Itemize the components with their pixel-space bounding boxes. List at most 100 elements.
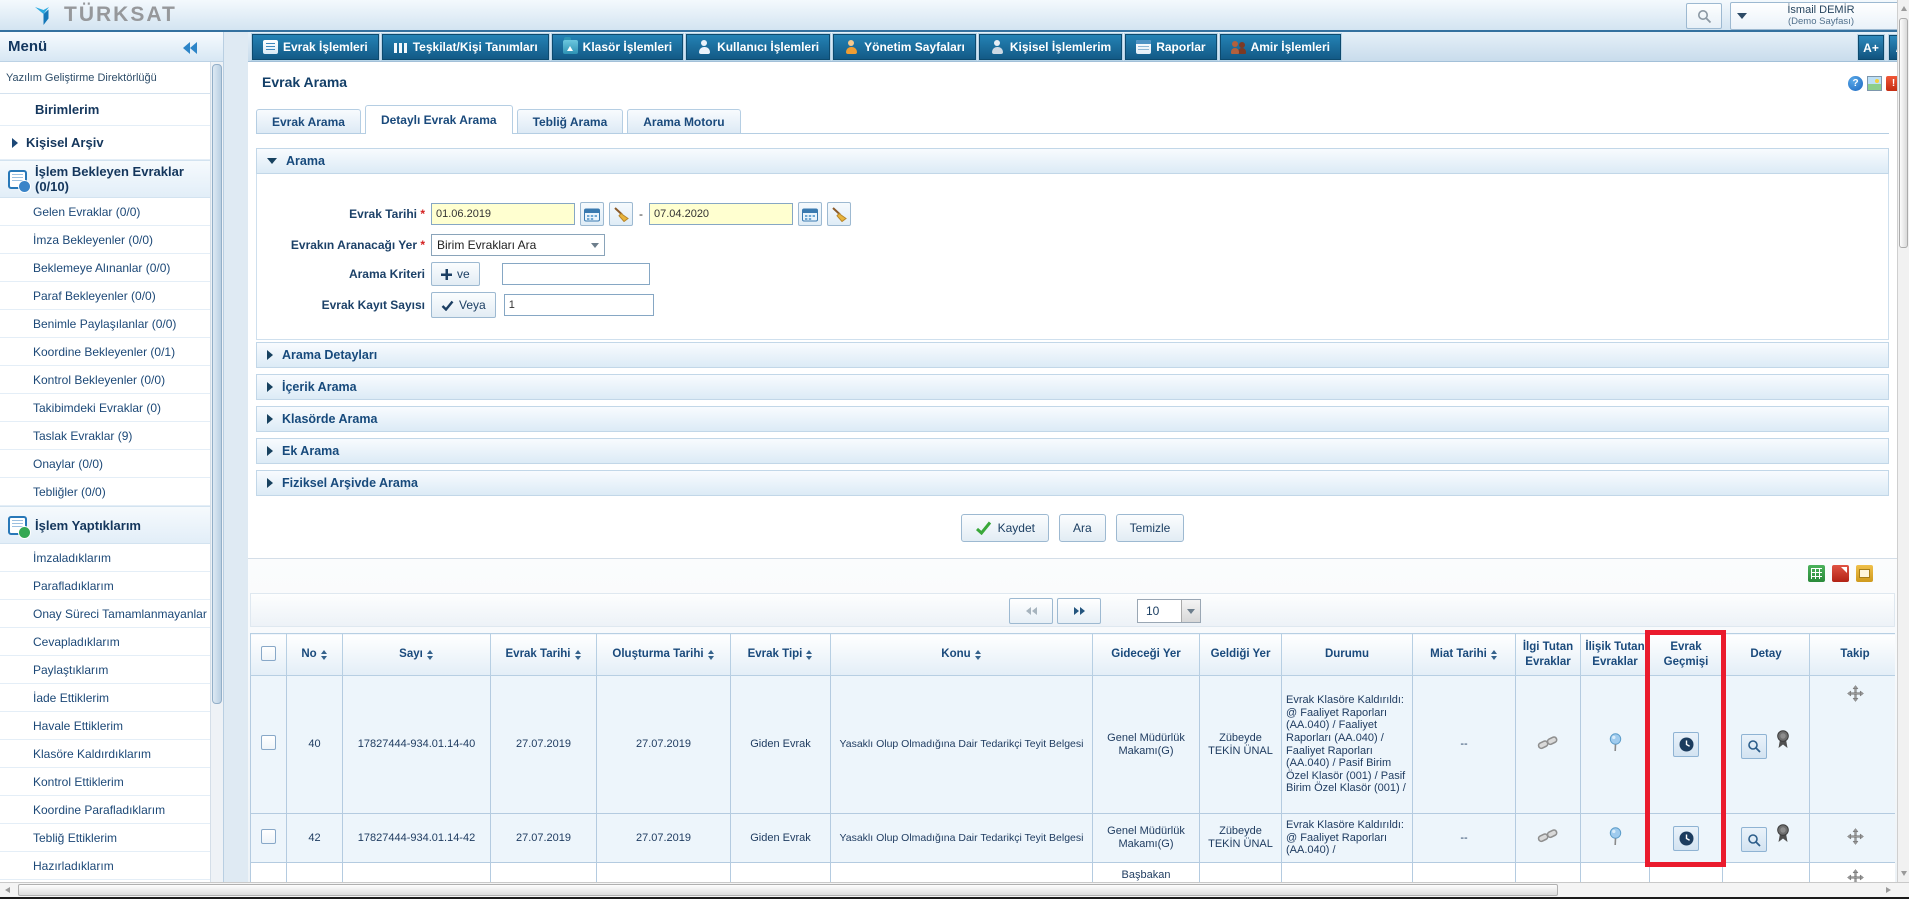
sidebar-item-cevapladiklarim[interactable]: Cevapladıklarım xyxy=(0,628,210,656)
ribbon-icon[interactable] xyxy=(1771,834,1790,846)
col-miat-tarihi[interactable]: Miat Tarihi xyxy=(1413,634,1516,676)
detail-button[interactable] xyxy=(1741,827,1767,852)
font-increase-button[interactable]: A+ xyxy=(1858,35,1884,60)
date-from-input[interactable] xyxy=(431,203,575,225)
menu-collapse-button[interactable] xyxy=(183,41,199,53)
tab-detayli-evrak-arama[interactable]: Detaylı Evrak Arama xyxy=(365,105,513,134)
and-button[interactable]: ve xyxy=(431,262,480,286)
search-location-select[interactable]: Birim Evrakları Ara xyxy=(431,234,605,256)
sidebar-item-hazirladiklarim[interactable]: Hazırladıklarım xyxy=(0,852,210,880)
move-icon[interactable] xyxy=(1847,836,1864,848)
history-button[interactable] xyxy=(1673,732,1699,757)
vertical-scrollbar-thumb[interactable] xyxy=(1899,18,1908,248)
col-takip[interactable]: Takip xyxy=(1810,634,1896,676)
sidebar-item-kontrol-ettiklerim[interactable]: Kontrol Ettiklerim xyxy=(0,768,210,796)
accordion-klasorde-arama[interactable]: Klasörde Arama xyxy=(256,406,1889,432)
accordion-arama-detaylari[interactable]: Arama Detayları xyxy=(256,342,1889,368)
sidebar-item-teblig-ettiklerim[interactable]: Tebliğ Ettiklerim xyxy=(0,824,210,852)
col-ilgi-tutan-evraklar[interactable]: İlgi Tutan Evraklar xyxy=(1516,634,1581,676)
col-evrak-gecmisi[interactable]: Evrak Geçmişi xyxy=(1650,634,1723,676)
sidebar-item-takibimdeki-evraklar-0[interactable]: Takibimdeki Evraklar (0) xyxy=(0,394,210,422)
menubar-tab-klasor-islemleri[interactable]: Klasör İşlemleri xyxy=(552,34,683,60)
col-olusturma-tarihi[interactable]: Oluşturma Tarihi xyxy=(597,634,731,676)
sidebar-item-kontrol-bekleyenler-0-0[interactable]: Kontrol Bekleyenler (0/0) xyxy=(0,366,210,394)
sidebar-item-gelen-evraklar-0-0[interactable]: Gelen Evraklar (0/0) xyxy=(0,198,210,226)
search-button[interactable]: Ara xyxy=(1059,514,1106,542)
scroll-up-arrow[interactable] xyxy=(1901,6,1907,11)
clear-date-from-button[interactable] xyxy=(609,202,633,226)
sidebar-item-iade-ettiklerim[interactable]: İade Ettiklerim xyxy=(0,684,210,712)
scroll-right-arrow[interactable] xyxy=(1886,887,1891,893)
accordion-fiziksel-arsivde-arama[interactable]: Fiziksel Arşivde Arama xyxy=(256,470,1889,496)
row-checkbox[interactable] xyxy=(261,735,276,750)
scroll-left-arrow[interactable] xyxy=(5,887,10,893)
sidebar-scrollbar-thumb[interactable] xyxy=(212,64,222,704)
link-icon[interactable] xyxy=(1537,742,1559,754)
sidebar-item-imzaladiklarim[interactable]: İmzaladıklarım xyxy=(0,544,210,572)
pagination-next-button[interactable] xyxy=(1057,598,1101,624)
topbar-search-button[interactable] xyxy=(1686,3,1722,29)
pin-icon[interactable] xyxy=(1608,837,1623,849)
sidebar-item-beklemeye-alinanlar-0-0[interactable]: Beklemeye Alınanlar (0/0) xyxy=(0,254,210,282)
pin-icon[interactable] xyxy=(1608,743,1623,755)
col-durumu[interactable]: Durumu xyxy=(1282,634,1413,676)
export-excel-icon[interactable] xyxy=(1808,565,1825,582)
sidebar-item-imza-bekleyenler-0-0[interactable]: İmza Bekleyenler (0/0) xyxy=(0,226,210,254)
col-ilisik-tutan-evraklar[interactable]: İlişik Tutan Evraklar xyxy=(1581,634,1650,676)
menubar-tab-teskilat-kisi-tanimlari[interactable]: Teşkilat/Kişi Tanımları xyxy=(382,34,549,60)
sidebar-item-kisisel-arsiv[interactable]: Kişisel Arşiv xyxy=(0,126,210,160)
sidebar-item-koordine-parafladiklarim[interactable]: Koordine Parafladıklarım xyxy=(0,796,210,824)
menubar-tab-raporlar[interactable]: Raporlar xyxy=(1125,34,1216,60)
export-extra-icon[interactable] xyxy=(1856,565,1873,582)
media-icon[interactable] xyxy=(1867,76,1882,91)
calendar-from-button[interactable] xyxy=(580,202,604,226)
page-size-select[interactable]: 10 xyxy=(1137,599,1201,623)
col-evrak-tipi[interactable]: Evrak Tipi xyxy=(731,634,831,676)
col-geldigi-yer[interactable]: Geldiği Yer xyxy=(1200,634,1282,676)
save-button[interactable]: Kaydet xyxy=(961,514,1049,542)
col-detay[interactable]: Detay xyxy=(1723,634,1810,676)
user-menu[interactable]: İsmail DEMİR (Demo Sayfası) xyxy=(1730,2,1902,30)
menubar-tab-amir-islemleri[interactable]: Amir İşlemleri xyxy=(1220,34,1341,60)
col-gidecegi-yer[interactable]: Gideceği Yer xyxy=(1093,634,1200,676)
sidebar-item-onay-sureci-tamamlanmayanlar[interactable]: Onay Süreci Tamamlanmayanlar xyxy=(0,600,210,628)
sidebar-item-paraf-bekleyenler-0-0[interactable]: Paraf Bekleyenler (0/0) xyxy=(0,282,210,310)
horizontal-scrollbar-thumb[interactable] xyxy=(18,884,1558,896)
menubar-tab-kullanici-islemleri[interactable]: Kullanıcı İşlemleri xyxy=(686,34,830,60)
col-select-all[interactable] xyxy=(251,634,287,676)
export-pdf-icon[interactable] xyxy=(1832,565,1849,582)
pagination-prev-button[interactable] xyxy=(1009,598,1053,624)
sidebar-item-birimlerim[interactable]: Birimlerim xyxy=(0,94,210,126)
help-icon[interactable] xyxy=(1848,76,1863,91)
select-all-checkbox[interactable] xyxy=(261,646,276,661)
row-checkbox[interactable] xyxy=(261,829,276,844)
criteria-input[interactable] xyxy=(502,263,650,285)
col-no[interactable]: No xyxy=(287,634,343,676)
menubar-tab-yonetim-sayfalari[interactable]: Yönetim Sayfaları xyxy=(833,34,976,60)
sidebar-item-islem-bekleyen-evraklar-0-10[interactable]: İşlem Bekleyen Evraklar (0/10) xyxy=(0,160,210,198)
sidebar-item-benimle-paylasilanlar-0-0[interactable]: Benimle Paylaşılanlar (0/0) xyxy=(0,310,210,338)
record-count-input[interactable] xyxy=(504,294,654,316)
or-button[interactable]: Veya xyxy=(431,292,496,318)
ribbon-icon[interactable] xyxy=(1771,740,1790,752)
accordion-icerik-arama[interactable]: İçerik Arama xyxy=(256,374,1889,400)
tab-evrak-arama[interactable]: Evrak Arama xyxy=(256,109,361,133)
accordion-ek-arama[interactable]: Ek Arama xyxy=(256,438,1889,464)
link-icon[interactable] xyxy=(1537,835,1559,847)
sidebar-item-koordine-bekleyenler-0-1[interactable]: Koordine Bekleyenler (0/1) xyxy=(0,338,210,366)
tab-arama-motoru[interactable]: Arama Motoru xyxy=(627,109,740,133)
sidebar-item-tebligler-0-0[interactable]: Tebliğler (0/0) xyxy=(0,478,210,506)
sidebar-item-klasore-kaldirdiklarim[interactable]: Klasöre Kaldırdıklarım xyxy=(0,740,210,768)
clear-date-to-button[interactable] xyxy=(827,202,851,226)
sidebar-item-paylastiklarim[interactable]: Paylaştıklarım xyxy=(0,656,210,684)
sidebar-item-parafladiklarim[interactable]: Parafladıklarım xyxy=(0,572,210,600)
col-evrak-tarihi[interactable]: Evrak Tarihi xyxy=(491,634,597,676)
tab-teblig-arama[interactable]: Tebliğ Arama xyxy=(517,109,624,133)
search-panel-header[interactable]: Arama xyxy=(256,148,1889,174)
clear-button[interactable]: Temizle xyxy=(1116,514,1185,542)
detail-button[interactable] xyxy=(1741,734,1767,759)
sidebar-item-islem-yaptiklarim[interactable]: İşlem Yaptıklarım xyxy=(0,506,210,544)
menubar-tab-evrak-islemleri[interactable]: Evrak İşlemleri xyxy=(252,34,379,60)
sidebar-item-taslak-evraklar-9[interactable]: Taslak Evraklar (9) xyxy=(0,422,210,450)
sidebar-item-onaylar-0-0[interactable]: Onaylar (0/0) xyxy=(0,450,210,478)
